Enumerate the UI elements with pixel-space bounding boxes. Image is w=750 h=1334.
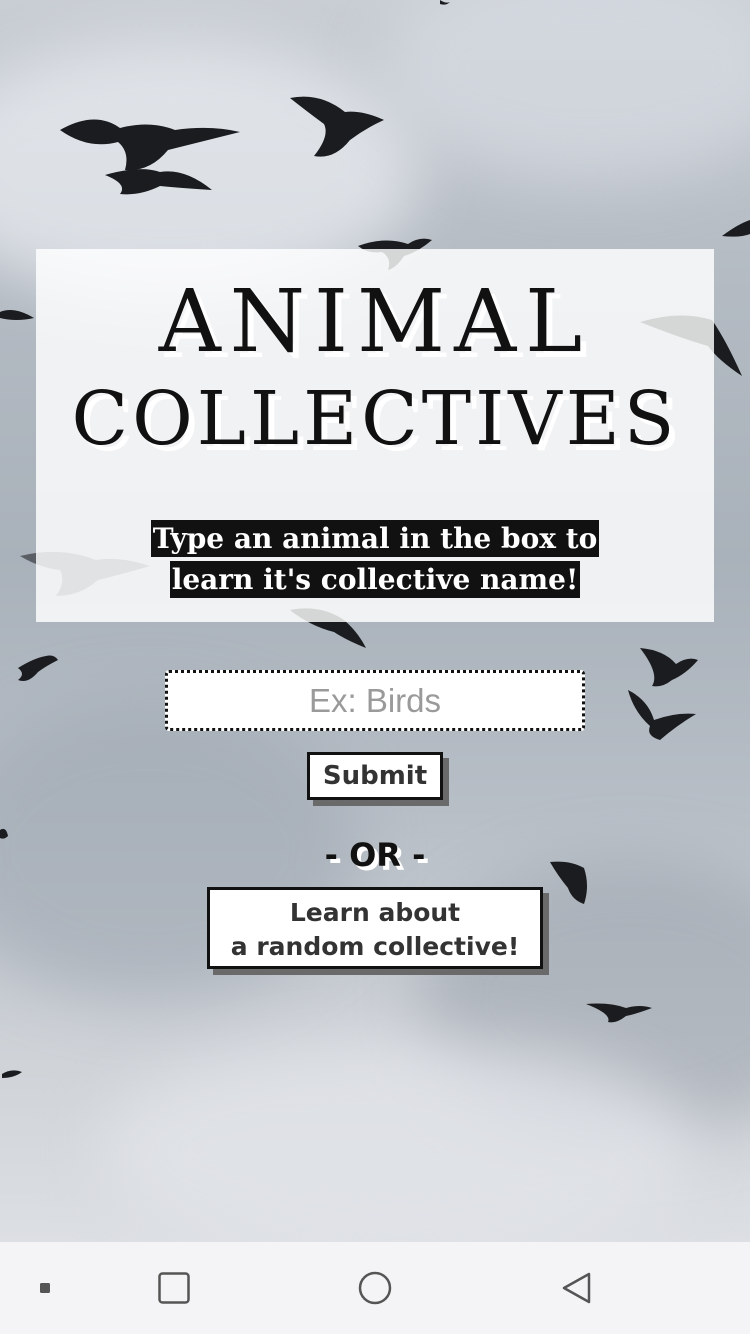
submit-button-label: Submit: [322, 761, 428, 791]
back-triangle-icon: [562, 1272, 591, 1304]
nav-back-button[interactable]: [546, 1242, 606, 1334]
page-title-line-1: ANIMAL: [158, 272, 592, 372]
instructions-line-2: learn it's collective name!: [169, 561, 581, 598]
instructions-line-1: Type an animal in the box to: [150, 520, 600, 557]
random-button-line-2: a random collective!: [230, 932, 520, 961]
bird-shape: [0, 310, 34, 320]
bird-shape: [60, 119, 240, 171]
nav-home-button[interactable]: [345, 1242, 405, 1334]
bird-shape: [2, 1070, 22, 1078]
app-screen: ANIMAL COLLECTIVES Type an animal in the…: [0, 0, 750, 1242]
instructions-text: Type an animal in the box to learn it's …: [36, 518, 714, 600]
page-title-line-2: COLLECTIVES: [71, 376, 679, 462]
bird-shape: [586, 1003, 652, 1023]
bird-shape: [18, 655, 58, 681]
nav-menu-button[interactable]: [20, 1242, 70, 1334]
random-button-line-1: Learn about: [289, 898, 461, 927]
nav-recents-button[interactable]: [144, 1242, 204, 1334]
bird-shape: [440, 0, 450, 5]
animal-search-input[interactable]: [165, 670, 585, 731]
recents-square-icon: [158, 1272, 190, 1304]
bird-shape: [290, 96, 384, 157]
home-circle-icon: [358, 1271, 392, 1305]
bird-shape: [722, 220, 750, 237]
bird-shape: [628, 690, 696, 740]
random-collective-button[interactable]: Learn about a random collective!: [207, 887, 543, 969]
system-navigation-bar: [0, 1242, 750, 1334]
menu-dot-icon: [40, 1283, 50, 1293]
or-divider: - OR -: [324, 836, 426, 874]
bird-shape: [640, 648, 698, 687]
submit-button[interactable]: Submit: [307, 752, 443, 800]
bird-shape: [105, 169, 212, 195]
